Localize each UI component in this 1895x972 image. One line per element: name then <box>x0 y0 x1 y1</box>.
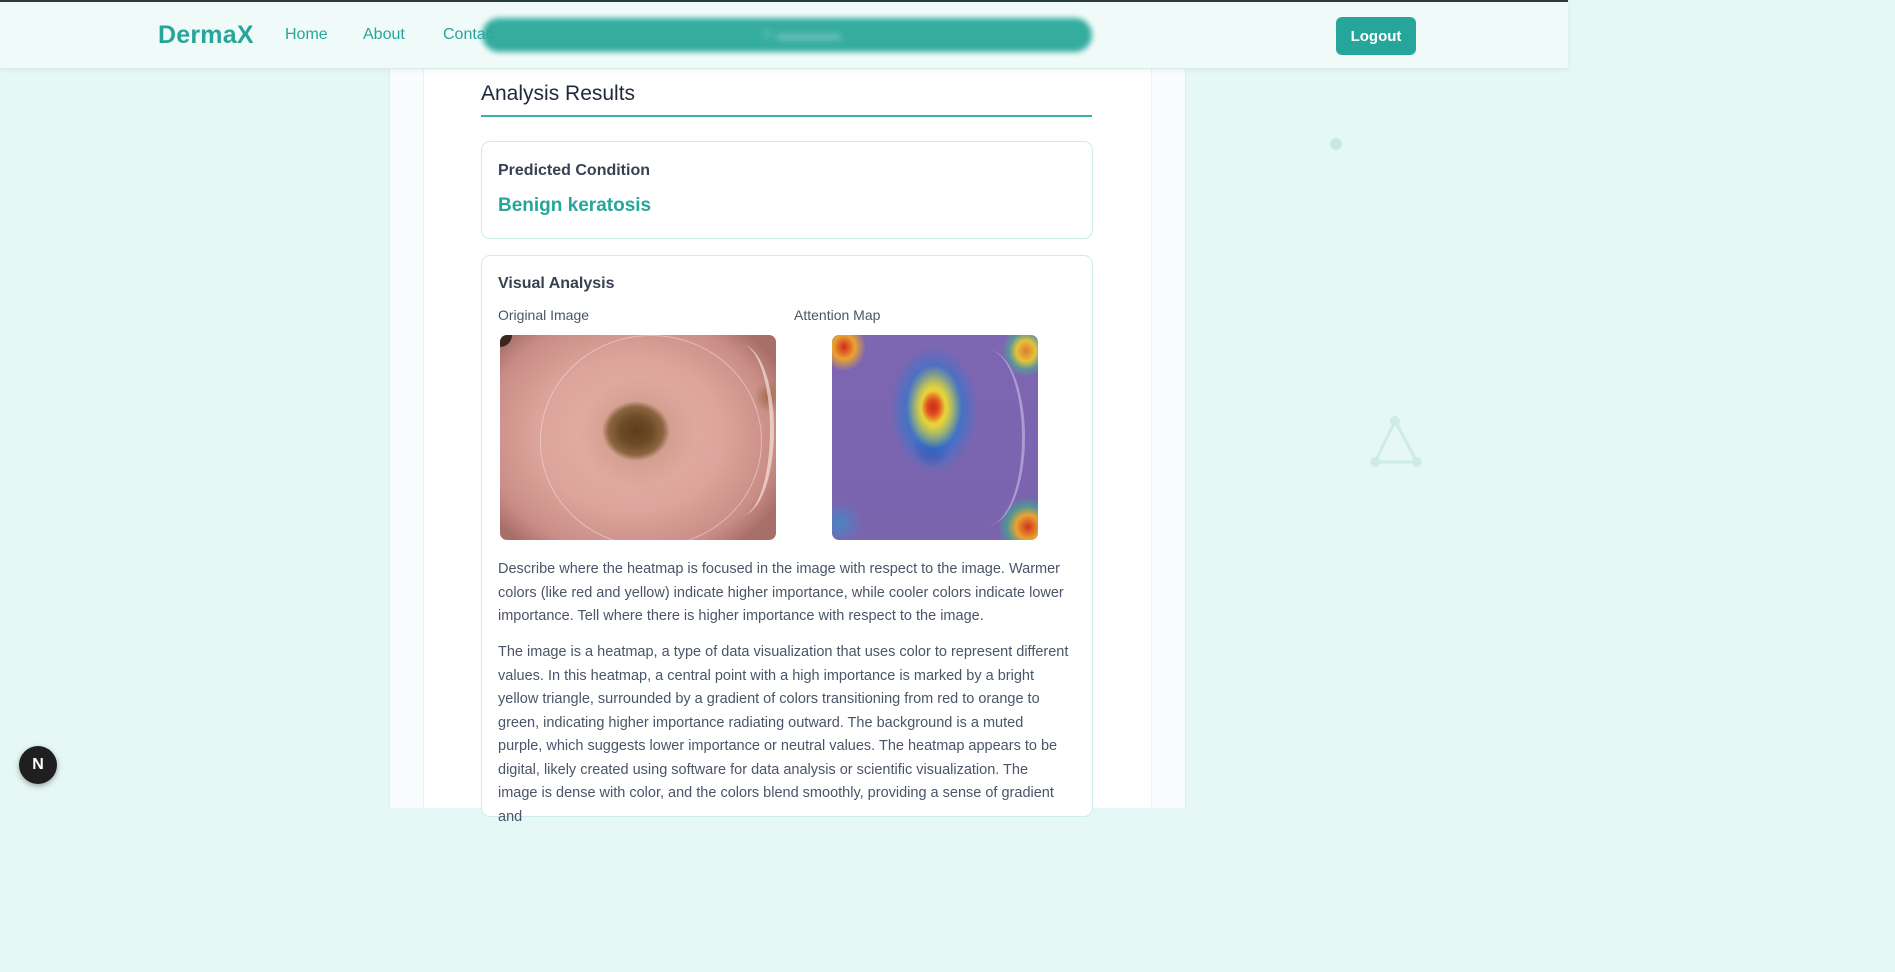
decor-node <box>1370 457 1380 467</box>
original-image-label: Original Image <box>498 307 590 323</box>
predicted-condition-box <box>481 141 1093 239</box>
title-divider <box>481 115 1092 117</box>
window-top-border <box>0 0 1568 2</box>
predicted-condition-value: Benign keratosis <box>498 195 652 216</box>
blurred-overlay-bar: ⟳ ▬▬▬▬▬ <box>482 18 1092 52</box>
decor-node <box>1412 457 1422 467</box>
top-navbar: DermaX Home About Contac ⟳ ▬▬▬▬▬ Logout <box>0 2 1568 69</box>
attention-heatmap-image <box>832 335 1038 540</box>
nextjs-dev-badge[interactable]: N <box>19 746 57 784</box>
prompt-text: Describe where the heatmap is focused in… <box>498 561 1064 624</box>
visual-analysis-heading: Visual Analysis <box>498 275 615 292</box>
background-network-decoration <box>1330 138 1422 467</box>
nav-home-link[interactable]: Home <box>285 26 328 44</box>
logout-button[interactable]: Logout <box>1336 17 1416 55</box>
original-lesion-image <box>500 335 776 540</box>
analysis-description-text: The image is a heatmap, a type of data v… <box>498 644 1069 825</box>
analysis-results-title: Analysis Results <box>481 82 636 105</box>
attention-map-label: Attention Map <box>794 307 881 323</box>
decor-dot <box>1330 138 1342 150</box>
predicted-condition-heading: Predicted Condition <box>498 162 650 179</box>
nav-about-link[interactable]: About <box>363 26 405 44</box>
blurred-bar-icon: ⟳ ▬▬▬▬▬ <box>762 27 842 42</box>
decor-triangle <box>1373 420 1419 464</box>
brand-logo[interactable]: DermaX <box>158 21 254 50</box>
decor-node <box>1390 416 1400 426</box>
